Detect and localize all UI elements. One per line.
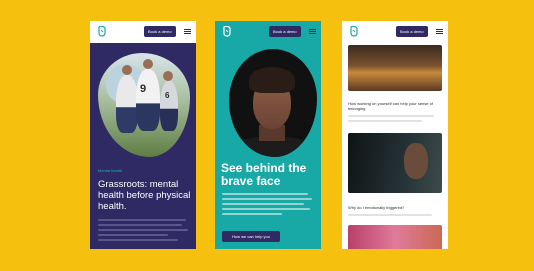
rugby-photo: 9 6	[98, 53, 190, 157]
article-image[interactable]	[348, 133, 442, 193]
body-text	[348, 115, 438, 125]
face-shape	[404, 143, 428, 179]
body-text	[348, 214, 438, 219]
article-image[interactable]	[348, 225, 442, 249]
player-figure	[160, 81, 178, 131]
player-figure	[136, 69, 160, 131]
player-head	[122, 65, 132, 75]
jersey-number: 6	[165, 91, 170, 100]
book-demo-button[interactable]: Book a demo	[396, 26, 428, 37]
phone-screen-1: Book a demo 9 6 Mental health Grassroots…	[90, 21, 196, 249]
menu-icon[interactable]	[184, 28, 191, 35]
body-text	[98, 219, 188, 244]
body-text	[222, 193, 312, 218]
book-demo-button[interactable]: Book a demo	[269, 26, 301, 37]
article-title[interactable]: How working on yourself can help your se…	[348, 101, 442, 111]
menu-icon[interactable]	[309, 28, 316, 35]
top-bar: Book a demo	[342, 21, 448, 43]
player-head	[143, 59, 153, 69]
hero-title: See behind the brave face	[221, 161, 307, 188]
logo-icon[interactable]	[97, 26, 107, 38]
article-image[interactable]	[348, 45, 442, 91]
article-title[interactable]: Why do I emotionally triggered?	[348, 205, 442, 210]
phone-screen-2: Book a demo See behind the brave face Ho…	[215, 21, 321, 249]
hair-shape	[249, 67, 295, 93]
player-figure	[116, 75, 138, 133]
article-kicker: Mental health	[98, 168, 123, 173]
book-demo-button[interactable]: Book a demo	[144, 26, 176, 37]
logo-icon[interactable]	[222, 26, 232, 38]
top-bar: Book a demo	[90, 21, 196, 43]
logo-icon[interactable]	[349, 26, 359, 38]
article-title[interactable]: Grassroots: mental health before physica…	[98, 179, 194, 212]
help-button[interactable]: How we can help you	[222, 231, 280, 242]
top-bar: Book a demo	[215, 21, 321, 43]
jersey-number: 9	[140, 83, 147, 95]
portrait-photo	[229, 49, 317, 157]
phone-screen-3: Book a demo How working on yourself can …	[342, 21, 448, 249]
menu-icon[interactable]	[436, 28, 443, 35]
player-head	[163, 71, 173, 81]
